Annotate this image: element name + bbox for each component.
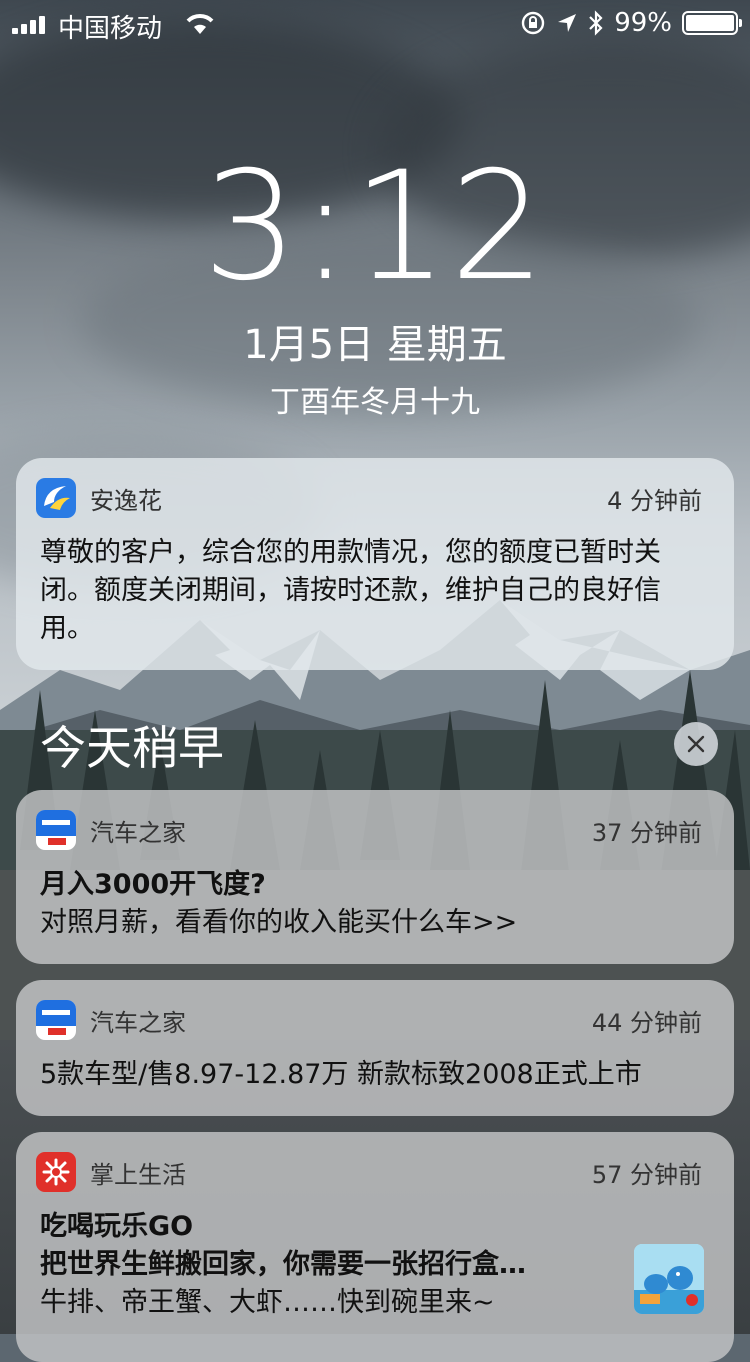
notification-autohome-2[interactable]: 汽车之家 44 分钟前 5款车型/售8.97-12.87万 新款标致2008正式… <box>16 980 734 1116</box>
notification-anyihua[interactable]: 安逸花 4 分钟前 尊敬的客户，综合您的用款情况，您的额度已暂时关闭。额度关闭期… <box>16 458 734 670</box>
notification-title: 月入3000开飞度? <box>40 869 266 900</box>
notification-text: 对照月薪，看看你的收入能买什么车>> <box>40 907 518 938</box>
notification-app-name: 汽车之家 <box>90 1008 186 1037</box>
notification-body: 5款车型/售8.97-12.87万 新款标致2008正式上市 <box>40 1059 642 1090</box>
notification-time: 37 分钟前 <box>591 818 702 847</box>
notification-time: 57 分钟前 <box>591 1160 702 1189</box>
notification-header: 汽车之家 37 分钟前 <box>36 810 702 850</box>
notification-body: 吃喝玩乐GO 把世界生鲜搬回家，你需要一张招行盒… 牛排、帝王蟹、大虾……快到碗… <box>40 1208 604 1322</box>
close-icon <box>687 735 705 753</box>
carrier-name: 中国移动 <box>58 14 163 44</box>
notification-title: 吃喝玩乐GO <box>40 1211 194 1242</box>
notification-text: 牛排、帝王蟹、大虾……快到碗里来~ <box>40 1287 495 1318</box>
notification-time: 4 分钟前 <box>607 486 702 515</box>
location-icon <box>558 14 577 32</box>
anyihua-app-icon <box>36 478 76 518</box>
thumbnail-image <box>634 1244 704 1314</box>
orientation-lock-icon <box>522 11 545 35</box>
notification-header: 安逸花 4 分钟前 <box>36 478 702 518</box>
lockscreen-time: 3:12 <box>202 140 548 314</box>
notification-body: 月入3000开飞度? 对照月薪，看看你的收入能买什么车>> <box>40 866 702 942</box>
autohome-app-icon <box>36 810 76 850</box>
notification-body: 尊敬的客户，综合您的用款情况，您的额度已暂时关闭。额度关闭期间，请按时还款，维护… <box>40 537 661 644</box>
signal-icon <box>12 14 45 34</box>
battery-fill <box>686 15 734 31</box>
status-right: 99% <box>520 8 742 38</box>
autohome-app-icon <box>36 1000 76 1040</box>
bluetooth-icon <box>589 10 603 36</box>
notification-zhangshangshenghuo[interactable]: 掌上生活 57 分钟前 吃喝玩乐GO 把世界生鲜搬回家，你需要一张招行盒… 牛排… <box>16 1132 734 1362</box>
zhangshangshenghuo-app-icon <box>36 1152 76 1192</box>
status-bar: 中国移动 99% <box>0 0 750 48</box>
battery-percent: 99% <box>614 8 672 38</box>
notification-header: 汽车之家 44 分钟前 <box>36 1000 702 1040</box>
section-title-earlier-today: 今天稍早 <box>40 721 224 775</box>
wifi-icon <box>186 14 214 34</box>
clear-notifications-button[interactable] <box>674 722 718 766</box>
notification-autohome-1[interactable]: 汽车之家 37 分钟前 月入3000开飞度? 对照月薪，看看你的收入能买什么车>… <box>16 790 734 964</box>
notification-header: 掌上生活 57 分钟前 <box>36 1152 702 1192</box>
battery-icon <box>682 11 742 35</box>
notification-subtitle: 把世界生鲜搬回家，你需要一张招行盒… <box>40 1249 526 1280</box>
notification-time: 44 分钟前 <box>591 1008 702 1037</box>
notification-app-name: 掌上生活 <box>90 1160 186 1189</box>
notification-app-name: 汽车之家 <box>90 818 186 847</box>
lockscreen-date: 1月5日 星期五 <box>243 322 507 368</box>
notification-app-name: 安逸花 <box>90 486 162 515</box>
lunar-date: 丁酉年冬月十九 <box>270 385 480 420</box>
